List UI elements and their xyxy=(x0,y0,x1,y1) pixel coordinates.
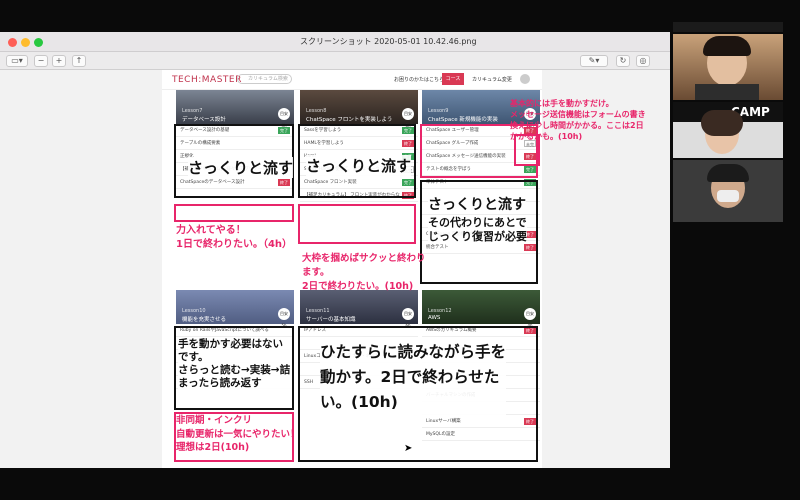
lesson-title: ChatSpace 新規機能の実装 xyxy=(428,117,498,123)
lesson-number: Lesson7 xyxy=(182,108,203,114)
nav-change-curriculum-link[interactable]: カリキュラム変更 xyxy=(472,76,512,83)
video-participant-3[interactable] xyxy=(673,160,783,222)
markup-pen-button[interactable]: ✎▾ xyxy=(580,55,608,67)
lesson-number: Lesson12 xyxy=(428,308,452,314)
nav-help-link[interactable]: お困りのかたはこちら xyxy=(394,76,444,83)
participant-hair xyxy=(703,36,751,56)
lesson-title: サーバーの基本知識 xyxy=(306,317,356,323)
annotation-box-db-design xyxy=(174,204,294,222)
lesson-hours-badge: 目安 6h xyxy=(402,308,414,328)
annotation-box-front xyxy=(298,204,416,244)
annotation-text-review: その代わりにあとで じっくり復習が必要 xyxy=(428,216,527,244)
rotate-button[interactable]: ↻ xyxy=(616,55,630,67)
video-participant-2[interactable]: CAMP xyxy=(673,102,783,158)
video-participant-1[interactable] xyxy=(673,34,783,100)
annotation-text-quick-1: さっくりと流す xyxy=(188,157,294,178)
lesson-title: ChatSpace フロントを実装しよう xyxy=(306,117,393,123)
lesson-number: Lesson9 xyxy=(428,108,449,114)
lesson-header[interactable]: Lesson7 データベース設計 目安 3h xyxy=(176,90,294,128)
participant-hair xyxy=(701,110,743,136)
zoom-out-button[interactable]: − xyxy=(34,55,48,67)
annotation-note-front: 大枠を掴めばサクッと終わります。 2日で終わりたい。(10h) xyxy=(302,253,426,292)
lesson-header[interactable]: Lesson8 ChatSpace フロントを実装しよう 目安 8h xyxy=(300,90,418,128)
screen: スクリーンショット 2020-05-01 10.42.46.png ▭▾ − +… xyxy=(0,0,800,500)
lesson-number: Lesson10 xyxy=(182,308,206,314)
curriculum-search-input[interactable]: カリキュラム検索 xyxy=(237,74,292,84)
annotate-button[interactable]: ◎ xyxy=(636,55,650,67)
minimize-window-button[interactable] xyxy=(21,38,30,47)
mouse-cursor-icon: ➤ xyxy=(404,443,413,454)
close-window-button[interactable] xyxy=(8,38,17,47)
avatar[interactable] xyxy=(520,74,530,84)
annotation-text-quick-2: さっくりと流す xyxy=(306,155,412,176)
lesson-header[interactable]: Lesson10 機能を充実させる 目安 5h xyxy=(176,290,294,328)
lesson-header[interactable]: Lesson11 サーバーの基本知識 目安 6h xyxy=(300,290,418,328)
participant-hair xyxy=(707,164,749,182)
annotation-note-message: 基本的には手を動かすだけ。 メッセージ送信機能はフォームの書き 換えに少し時間が… xyxy=(510,99,646,141)
lesson-header[interactable]: Lesson12 AWS 目安 4h xyxy=(422,290,540,328)
lesson-number: Lesson8 xyxy=(306,108,327,114)
lesson-title: 機能を充実させる xyxy=(182,317,227,323)
lesson-title: データベース設計 xyxy=(182,117,226,123)
annotation-note-async: 非同期・インクリ 自動更新は一気にやりたい！ 理想は2日(10h) xyxy=(176,415,300,453)
site-logo[interactable]: TECH:MASTER xyxy=(172,75,242,85)
lesson-hours-badge: 目安 8h xyxy=(402,108,414,128)
share-button[interactable]: ↑ xyxy=(72,55,86,67)
lesson-hours-badge: 目安 5h xyxy=(278,308,290,328)
toolbar: ▭▾ − + ↑ ✎▾ ↻ ◎ xyxy=(0,52,670,70)
zoom-in-button[interactable]: + xyxy=(52,55,66,67)
site-header: TECH:MASTER カリキュラム検索 お困りのかたはこちら コース カリキュ… xyxy=(162,70,542,90)
participant-mask xyxy=(717,190,739,202)
participant-shirt xyxy=(695,84,759,100)
title-bar: スクリーンショット 2020-05-01 10.42.46.png xyxy=(0,32,670,52)
window-title: スクリーンショット 2020-05-01 10.42.46.png xyxy=(300,37,477,46)
lesson-hours-badge: 目安 4h xyxy=(524,308,536,328)
video-menubar xyxy=(673,22,783,32)
lesson-hours-badge: 目安 3h xyxy=(278,108,290,128)
annotation-note-db: 力入れてやる！ 1日で終わりたい。（4h） xyxy=(176,225,293,250)
sidebar-toggle-button[interactable]: ▭▾ xyxy=(6,55,28,67)
zoom-window-button[interactable] xyxy=(34,38,43,47)
lesson-title: AWS xyxy=(428,315,441,321)
annotation-text-quick-3: さっくりと流す xyxy=(428,194,526,214)
nav-course-tab[interactable]: コース xyxy=(442,73,464,85)
annotation-text-no-hands: 手を動かす必要はないです。 さらっと読む→実装→詰まったら読み返す xyxy=(178,338,292,390)
lesson-number: Lesson11 xyxy=(306,308,330,314)
annotation-text-read-along: ひたすらに読みながら手を 動かす。2日で終わらせた い。(10h) xyxy=(320,340,507,415)
